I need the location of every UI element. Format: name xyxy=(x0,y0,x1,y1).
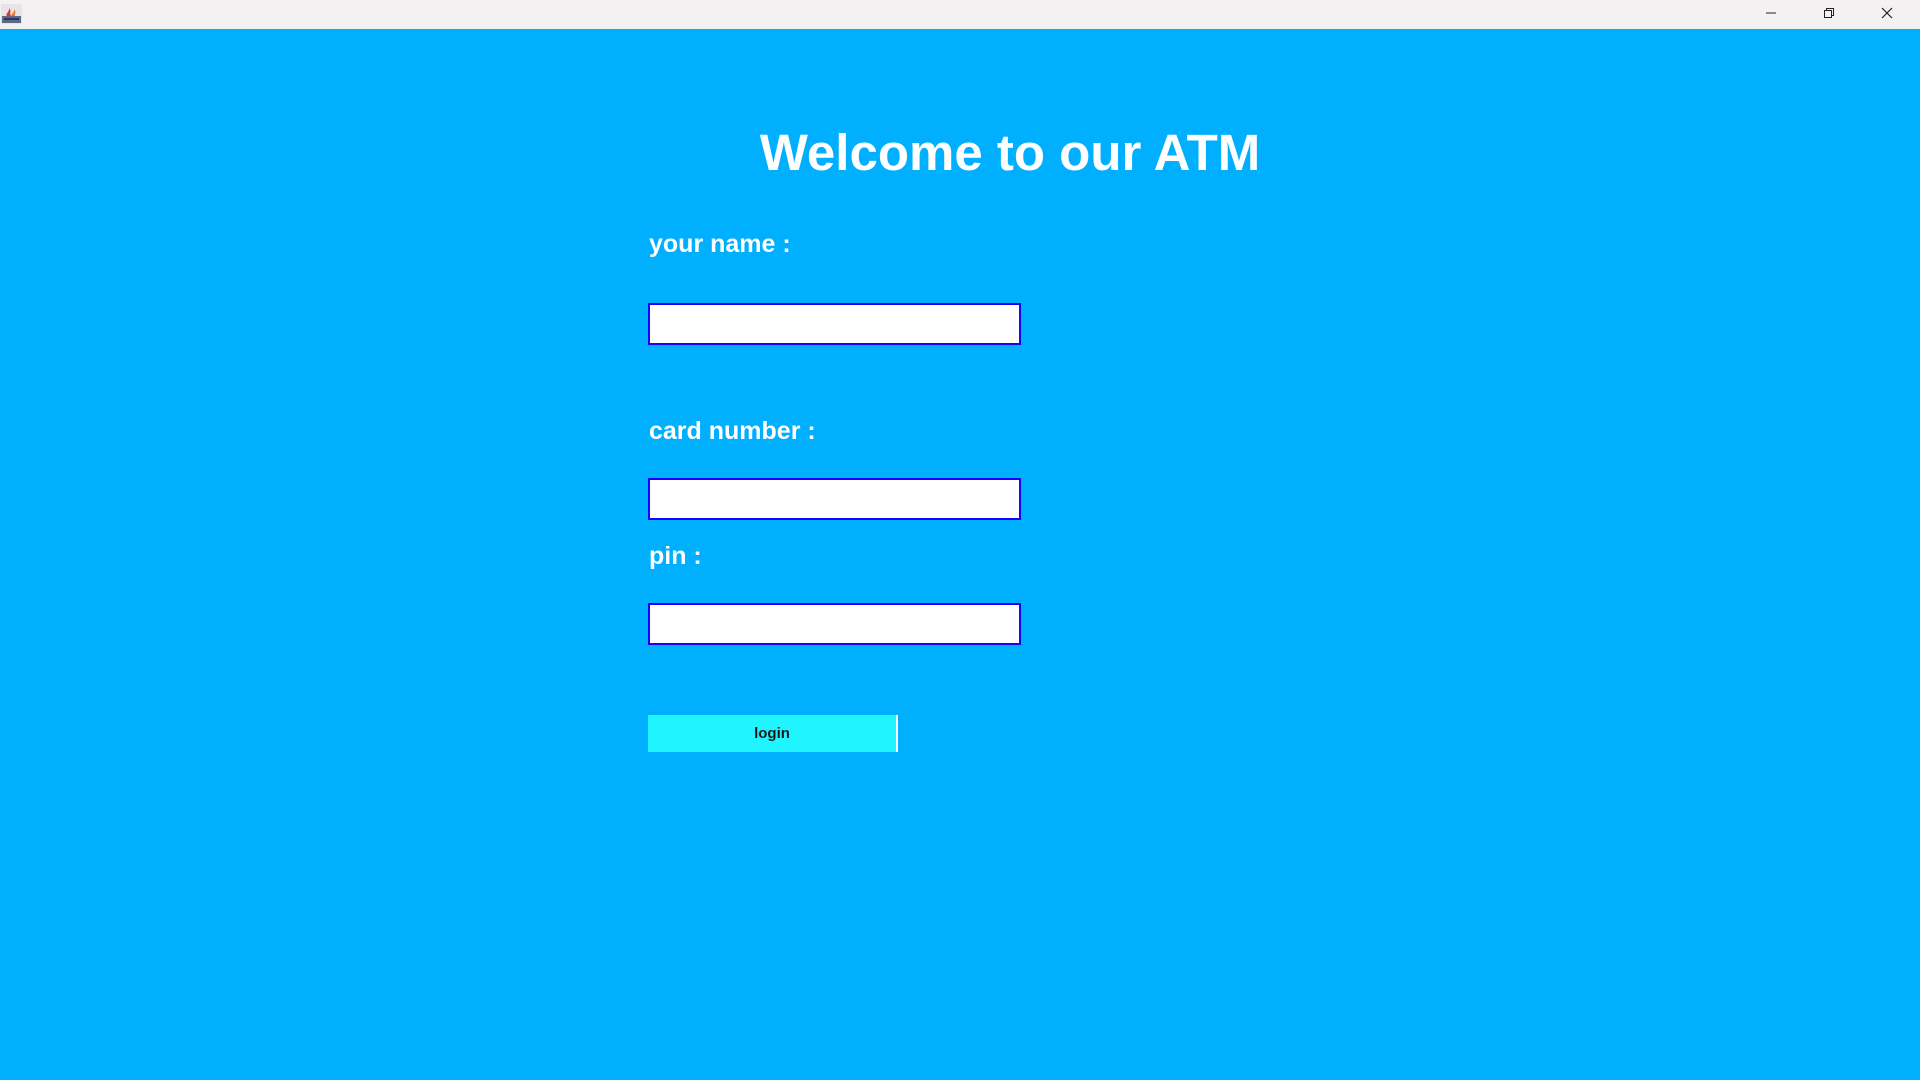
restore-icon xyxy=(1823,6,1835,24)
java-app-icon xyxy=(1,4,22,24)
pin-field[interactable] xyxy=(648,603,1021,645)
title-bar[interactable] xyxy=(0,0,1920,29)
app-window: Welcome to our ATM your name : card numb… xyxy=(0,0,1920,1080)
maximize-button[interactable] xyxy=(1800,0,1858,29)
card-number-field[interactable] xyxy=(648,478,1021,520)
login-panel: Welcome to our ATM your name : card numb… xyxy=(0,29,1920,1080)
name-field[interactable] xyxy=(648,303,1021,345)
minimize-icon xyxy=(1765,6,1777,24)
name-label: your name : xyxy=(649,230,791,258)
card-number-label: card number : xyxy=(649,417,816,445)
page-title: Welcome to our ATM xyxy=(759,124,1261,181)
pin-label: pin : xyxy=(649,542,702,570)
login-button[interactable]: login xyxy=(648,715,898,752)
close-button[interactable] xyxy=(1858,0,1916,29)
minimize-button[interactable] xyxy=(1742,0,1800,29)
close-icon xyxy=(1881,6,1893,24)
